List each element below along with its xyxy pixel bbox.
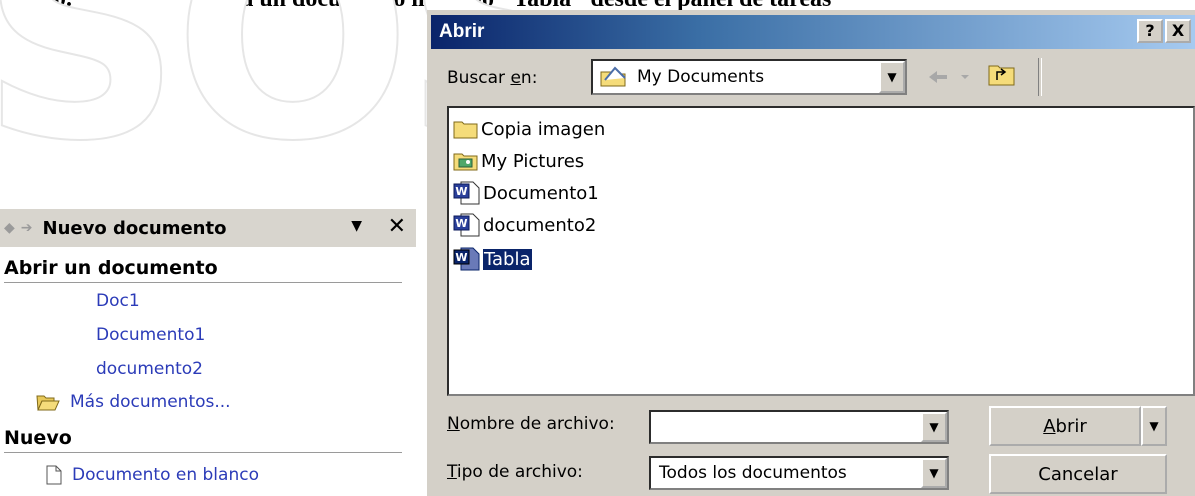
filetype-value: Todos los documentos: [659, 463, 847, 483]
pictures-folder-icon: [453, 153, 478, 171]
word-document-icon: W: [453, 213, 480, 237]
open-folder-icon: [36, 395, 60, 411]
file-item[interactable]: W documento2: [453, 210, 596, 240]
filename-dropdown-arrow-icon[interactable]: ▼: [921, 412, 947, 442]
cancel-button[interactable]: Cancelar: [989, 454, 1167, 494]
file-item[interactable]: My Pictures: [453, 146, 584, 176]
filename-input[interactable]: ▼: [649, 410, 949, 444]
lookin-value: My Documents: [637, 67, 765, 87]
recent-doc-link[interactable]: Documento1: [96, 325, 205, 345]
my-documents-folder-icon: [600, 66, 626, 87]
file-item-selected[interactable]: W Tabla: [453, 244, 533, 274]
word-document-icon: W: [453, 181, 480, 205]
svg-text:W: W: [455, 217, 467, 230]
blank-document-label: Documento en blanco: [72, 465, 259, 485]
word-document-icon: W: [453, 247, 480, 271]
lookin-label: Buscar en:: [447, 68, 538, 88]
dialog-title: Abrir: [439, 21, 485, 42]
close-button[interactable]: X: [1165, 19, 1191, 43]
task-pane: ◆ ➔ Nuevo documento ▼ ✕ Abrir un documen…: [0, 209, 416, 496]
file-name: My Pictures: [481, 150, 585, 172]
recent-doc-link[interactable]: Doc1: [96, 291, 140, 311]
open-dialog: Abrir ? X Buscar en: My Documents ▼ Copi…: [427, 10, 1195, 496]
svg-text:W: W: [455, 185, 467, 198]
folder-icon: [453, 121, 478, 139]
lookin-dropdown-arrow-icon[interactable]: ▼: [879, 61, 905, 93]
file-name: Copia imagen: [481, 118, 606, 140]
file-name: documento2: [483, 214, 597, 236]
lookin-combo[interactable]: My Documents ▼: [591, 59, 907, 95]
file-name: Tabla: [482, 247, 533, 271]
help-button[interactable]: ?: [1137, 19, 1163, 43]
svg-text:W: W: [455, 251, 467, 264]
filetype-dropdown-arrow-icon[interactable]: ▼: [921, 458, 947, 488]
task-pane-menu-icon[interactable]: ▼: [351, 218, 362, 234]
blank-page-icon: [46, 465, 62, 485]
heading-number: 290.: [30, 0, 200, 13]
filename-label: Nombre de archivo:: [447, 414, 615, 434]
recent-doc-link[interactable]: documento2: [96, 359, 203, 379]
file-name: Documento1: [483, 182, 599, 204]
task-pane-header: ◆ ➔ Nuevo documento ▼ ✕: [0, 209, 416, 247]
forward-arrow-icon[interactable]: ➔: [21, 220, 33, 236]
task-pane-title: Nuevo documento: [42, 217, 227, 239]
filetype-label: Tipo de archivo:: [447, 462, 583, 482]
up-one-level-icon[interactable]: [987, 60, 1017, 88]
back-nav-icon[interactable]: [927, 68, 973, 86]
toolbar-separator: [1038, 58, 1042, 96]
dialog-titlebar: Abrir ? X: [431, 15, 1195, 49]
open-options-arrow-icon[interactable]: ▼: [1141, 406, 1167, 446]
more-documents-label: Más documentos...: [70, 392, 231, 412]
section-open-document: Abrir un documento: [4, 257, 402, 283]
blank-document-link[interactable]: Documento en blanco: [46, 465, 259, 485]
file-item[interactable]: Copia imagen: [453, 114, 605, 144]
filetype-select[interactable]: Todos los documentos ▼: [649, 456, 949, 490]
back-arrow-icon[interactable]: ◆: [4, 220, 15, 236]
section-new: Nuevo: [4, 427, 402, 453]
file-list[interactable]: Copia imagen My Pictures W Documento1 W: [447, 106, 1195, 396]
open-button[interactable]: Abrir: [989, 406, 1141, 446]
more-documents-link[interactable]: Más documentos...: [36, 392, 231, 412]
task-pane-close-icon[interactable]: ✕: [388, 214, 406, 239]
file-item[interactable]: W Documento1: [453, 178, 599, 208]
